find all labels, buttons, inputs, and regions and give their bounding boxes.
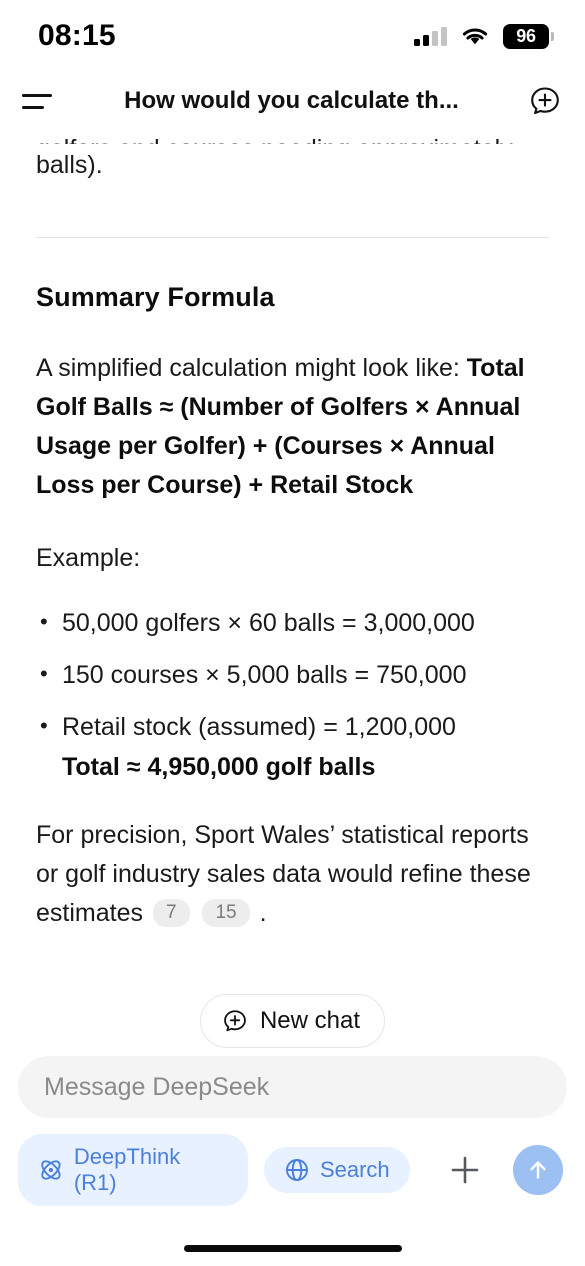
- list-item-text: 50,000 golfers × 60 balls = 3,000,000: [62, 609, 475, 637]
- list-item-total: Total ≈ 4,950,000 golf balls: [62, 753, 376, 781]
- new-chat-label: New chat: [259, 1007, 361, 1034]
- closing-period: .: [259, 899, 267, 927]
- deepthink-label: DeepThink (R1): [73, 1144, 181, 1195]
- status-bar-indicators: 96: [414, 23, 554, 49]
- example-bullet-list: 50,000 golfers × 60 balls = 3,000,000 15…: [36, 603, 549, 786]
- closing-text: For precision, Sport Wales’ statistical …: [36, 821, 531, 927]
- formula-intro: A simplified calculation might look like…: [36, 354, 460, 382]
- plus-icon: [451, 1156, 478, 1184]
- battery-level-label: 96: [516, 25, 536, 46]
- list-item-text: 150 courses × 5,000 balls = 750,000: [62, 661, 467, 689]
- paragraph-tail: balls).: [36, 151, 103, 179]
- page-title: How would you calculate th...: [124, 87, 459, 114]
- app-root: 08:15 96 How would you calculate th... b…: [0, 0, 585, 1266]
- list-item: 50,000 golfers × 60 balls = 3,000,000: [36, 603, 549, 642]
- list-item-text: Retail stock (assumed) = 1,200,000: [62, 713, 456, 741]
- formula-paragraph: A simplified calculation might look like…: [36, 349, 549, 505]
- home-indicator: [183, 1245, 402, 1252]
- composer: Message DeepSeek DeepThink (R1) Search: [0, 1056, 585, 1266]
- composer-toolbar: DeepThink (R1) Search: [0, 1118, 585, 1206]
- app-header: How would you calculate th...: [0, 72, 585, 130]
- chat-bubble-plus-icon: [531, 87, 559, 115]
- battery-icon: 96: [503, 23, 554, 49]
- citation-chip[interactable]: 15: [202, 899, 250, 927]
- citation-chip[interactable]: 7: [152, 899, 190, 927]
- section-divider: [36, 237, 549, 238]
- example-label: Example:: [36, 544, 141, 572]
- globe-icon: [286, 1159, 308, 1181]
- message-input-placeholder: Message DeepSeek: [44, 1072, 270, 1101]
- message-content: golfers and courses needing approximatel…: [0, 130, 585, 956]
- list-item: 150 courses × 5,000 balls = 750,000: [36, 655, 549, 694]
- arrow-up-icon: [530, 1161, 546, 1179]
- send-button[interactable]: [513, 1145, 564, 1195]
- message-input[interactable]: Message DeepSeek: [18, 1056, 567, 1118]
- cellular-signal-icon: [414, 26, 447, 46]
- new-chat-container: New chat: [0, 994, 585, 1048]
- status-bar-time: 08:15: [38, 19, 116, 52]
- clipped-previous-line: golfers and courses needing approximatel…: [36, 130, 549, 144]
- new-chat-header-button[interactable]: [519, 83, 563, 119]
- deepthink-button[interactable]: DeepThink (R1): [18, 1134, 248, 1206]
- attach-button[interactable]: [442, 1147, 488, 1193]
- chat-bubble-plus-icon: [224, 1010, 246, 1032]
- search-label: Search: [319, 1157, 390, 1182]
- atom-icon: [41, 1160, 61, 1180]
- wifi-icon: [462, 28, 488, 44]
- search-button[interactable]: Search: [263, 1147, 410, 1193]
- status-bar: 08:15 96: [0, 0, 585, 72]
- new-chat-button[interactable]: New chat: [199, 994, 386, 1048]
- hamburger-menu-icon[interactable]: [20, 88, 64, 115]
- list-item: Retail stock (assumed) = 1,200,000 Total…: [36, 707, 549, 786]
- closing-paragraph: For precision, Sport Wales’ statistical …: [36, 816, 549, 933]
- section-heading: Summary Formula: [36, 282, 275, 312]
